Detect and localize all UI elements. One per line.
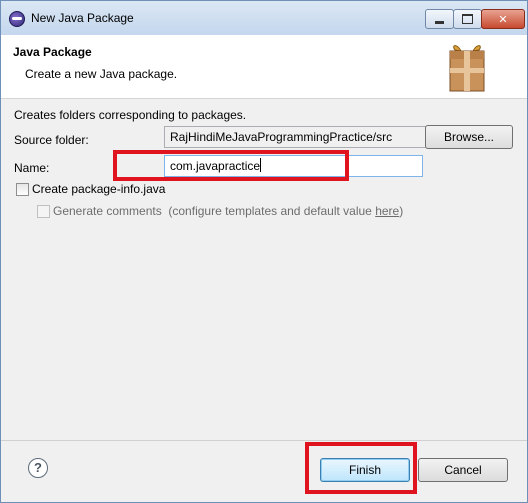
generate-comments-label: Generate comments (53, 204, 162, 218)
footer-separator (1, 440, 527, 441)
minimize-icon (435, 20, 444, 24)
title-bar[interactable]: New Java Package ✕ (1, 1, 527, 35)
name-label: Name: (14, 161, 50, 175)
close-button[interactable]: ✕ (481, 9, 525, 29)
source-folder-label: Source folder: (14, 133, 89, 147)
minimize-button[interactable] (425, 9, 454, 29)
generate-comments-note: (configure templates and default value (168, 204, 376, 218)
close-icon: ✕ (498, 13, 508, 26)
configure-templates-link[interactable]: here (375, 204, 399, 218)
maximize-icon (462, 14, 473, 24)
new-java-package-dialog: New Java Package ✕ Java Package Create a… (0, 0, 528, 503)
source-folder-field[interactable]: RajHindiMeJavaProgrammingPractice/src (164, 126, 427, 148)
window-title: New Java Package (31, 11, 134, 25)
create-package-info-checkbox[interactable] (16, 183, 29, 196)
eclipse-icon (9, 11, 25, 27)
cancel-button[interactable]: Cancel (418, 458, 508, 482)
generate-comments-text: Generate comments (configure templates a… (53, 204, 403, 218)
info-text: Creates folders corresponding to package… (14, 108, 247, 122)
help-icon[interactable]: ? (28, 458, 48, 478)
create-package-info-label[interactable]: Create package-info.java (32, 182, 165, 196)
finish-button-highlight (305, 442, 417, 494)
wizard-header: Java Package Create a new Java package. (1, 35, 527, 99)
maximize-button[interactable] (453, 9, 482, 29)
name-field-highlight (113, 150, 349, 181)
generate-comments-note-end: ) (399, 204, 404, 218)
package-icon (449, 45, 485, 92)
wizard-title: Java Package (13, 45, 92, 59)
browse-button[interactable]: Browse... (425, 125, 513, 149)
wizard-description: Create a new Java package. (25, 67, 178, 81)
generate-comments-checkbox[interactable] (37, 205, 50, 218)
